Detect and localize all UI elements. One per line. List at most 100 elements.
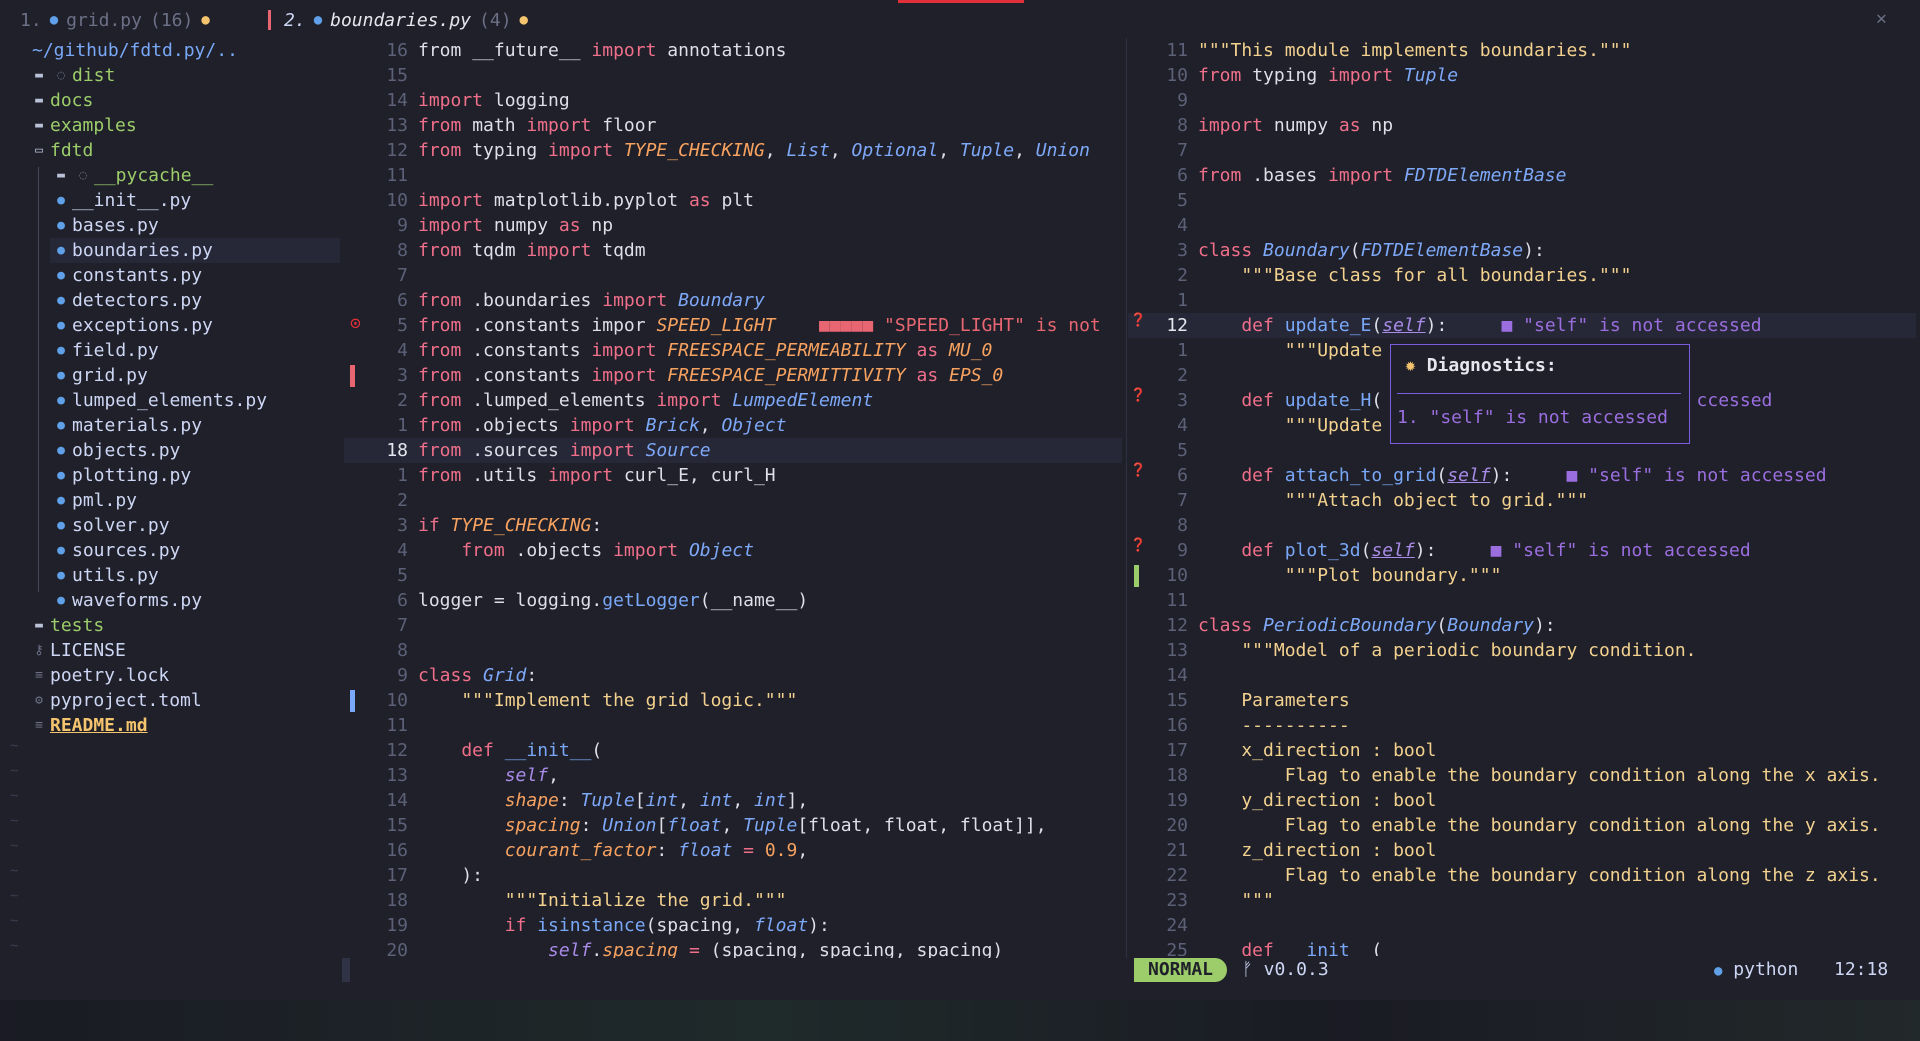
code-line[interactable]: import numpy as np [418,213,613,238]
code-line[interactable]: Flag to enable the boundary condition al… [1198,813,1881,838]
tab-grid-py[interactable]: 1. ● grid.py (16) ● [20,8,210,32]
code-line[interactable]: courant_factor: float = 0.9, [418,838,808,863]
explorer-root-path[interactable]: ~/github/fdtd.py/.. [32,38,238,63]
code-line[interactable]: class Grid: [418,663,537,688]
code-line[interactable]: Flag to enable the boundary condition al… [1198,863,1881,888]
code-line[interactable]: logger = logging.getLogger(__name__) [418,588,808,613]
code-line[interactable]: from tqdm import tqdm [418,238,646,263]
code-token: if [418,515,451,536]
code-line[interactable]: def __init__( [1198,938,1382,958]
code-line[interactable]: z_direction : bool [1198,838,1436,863]
explorer-item[interactable]: ▭ fdtd [28,138,93,163]
explorer-item[interactable]: ● lumped_elements.py [50,388,267,413]
explorer-item[interactable]: ● utils.py [50,563,159,588]
code-line[interactable]: self.spacing = (spacing, spacing, spacin… [418,938,1003,958]
explorer-item[interactable]: ● sources.py [50,538,180,563]
code-line[interactable]: from .utils import curl_E, curl_H [418,463,776,488]
mode-indicator: NORMAL [1134,958,1228,982]
explorer-item[interactable]: ▬ docs [28,88,93,113]
code-line[interactable]: """Plot boundary.""" [1198,563,1502,588]
code-line[interactable]: class PeriodicBoundary(Boundary): [1198,613,1556,638]
code-line[interactable]: """Attach object to grid.""" [1198,488,1588,513]
folder-open-icon: ▭ [35,143,43,158]
code-line[interactable]: from .lumped_elements import LumpedEleme… [418,388,873,413]
explorer-item[interactable]: ▬ ◌ dist [28,63,115,88]
explorer-item[interactable]: ● waveforms.py [50,588,202,613]
code-line[interactable]: x_direction : bool [1198,738,1436,763]
explorer-item[interactable]: ● __init__.py [50,188,191,213]
code-line[interactable]: """Model of a periodic boundary conditio… [1198,638,1696,663]
code-line[interactable]: self, [418,763,559,788]
code-line[interactable]: if TYPE_CHECKING: [418,513,602,538]
code-line[interactable]: from .sources import Source [418,438,711,463]
explorer-item[interactable]: ● boundaries.py [50,238,340,263]
editor-pane-boundaries[interactable]: 11 """This module implements boundaries."… [1128,38,1920,958]
split-divider[interactable] [1126,38,1127,958]
folder-icon: ▬ [35,618,43,633]
code-line[interactable]: """Initialize the grid.""" [418,888,787,913]
explorer-item[interactable]: ● exceptions.py [50,313,213,338]
code-line[interactable]: if isinstance(spacing, float): [418,913,830,938]
code-line[interactable]: from .constants impor SPEED_LIGHT ■■■■■ … [418,313,1101,338]
code-line[interactable]: y_direction : bool [1198,788,1436,813]
code-line[interactable]: def __init__( [418,738,602,763]
code-line[interactable]: spacing: Union[float, Tuple[float, float… [418,813,1047,838]
explorer-item[interactable]: ● materials.py [50,413,202,438]
explorer-item[interactable]: ● field.py [50,338,159,363]
explorer-item[interactable]: ● plotting.py [50,463,191,488]
line-number: 1 [1177,290,1188,311]
code-line[interactable]: Flag to enable the boundary condition al… [1198,763,1881,788]
explorer-item[interactable]: ● pml.py [50,488,137,513]
explorer-item[interactable]: ● constants.py [50,263,202,288]
code-line[interactable]: Parameters [1198,688,1350,713]
code-line[interactable]: """This module implements boundaries.""" [1198,38,1631,63]
code-line[interactable]: from typing import TYPE_CHECKING, List, … [418,138,1090,163]
explorer-item[interactable]: ▬ examples [28,113,137,138]
code-line[interactable]: from __future__ import annotations [418,38,786,63]
tab-number: 2. [284,9,306,31]
code-line[interactable]: """Base class for all boundaries.""" [1198,263,1631,288]
code-line[interactable]: """ [1198,888,1274,913]
code-line[interactable]: """Update [1198,413,1383,438]
code-line[interactable]: """Implement the grid logic.""" [418,688,797,713]
explorer-item[interactable]: ≡ README.md [28,713,147,738]
code-line[interactable]: from .objects import Brick, Object [418,413,787,438]
code-line[interactable]: from .constants import FREESPACE_PERMITT… [418,363,1003,388]
explorer-item[interactable]: ≡ poetry.lock [28,663,169,688]
code-token: SPEED_LIGHT [656,315,776,336]
explorer-item[interactable]: ● detectors.py [50,288,202,313]
close-icon[interactable]: ✕ [1876,8,1887,29]
code-line[interactable]: ---------- [1198,713,1349,738]
code-line[interactable]: def attach_to_grid(self): ■ "self" is no… [1198,463,1827,488]
scrollbar[interactable] [342,958,350,982]
code-token: Parameters [1198,690,1350,711]
code-line[interactable]: ): [418,863,483,888]
code-line[interactable]: import logging [418,88,570,113]
code-token: ■ "self" is not accessed [1566,465,1827,486]
explorer-item-label: fdtd [50,140,94,161]
explorer-item[interactable]: ⚙ pyproject.toml [28,688,202,713]
code-token: self [548,940,592,958]
code-line[interactable]: class Boundary(FDTDElementBase): [1198,238,1545,263]
code-line[interactable]: from .bases import FDTDElementBase [1198,163,1566,188]
code-line[interactable]: def plot_3d(self): ■ "self" is not acces… [1198,538,1750,563]
code-line[interactable]: from .constants import FREESPACE_PERMEAB… [418,338,992,363]
code-line[interactable]: from typing import Tuple [1198,63,1458,88]
explorer-item[interactable]: ● grid.py [50,363,148,388]
editor-pane-grid[interactable]: 16 from __future__ import annotations 15 14… [344,38,1126,958]
code-line[interactable]: def update_E(self): ■ "self" is not acce… [1198,313,1761,338]
code-line[interactable]: from math import floor [418,113,656,138]
code-line[interactable]: from .boundaries import Boundary [418,288,765,313]
explorer-item[interactable]: ▬ tests [28,613,104,638]
explorer-item[interactable]: ● objects.py [50,438,180,463]
explorer-item[interactable]: ⚷ LICENSE [28,638,126,663]
explorer-item[interactable]: ▬ ◌ __pycache__ [50,163,213,188]
explorer-item[interactable]: ● bases.py [50,213,159,238]
code-line[interactable]: from .objects import Object [418,538,754,563]
code-line[interactable]: import numpy as np [1198,113,1393,138]
code-line[interactable]: """Update [1198,338,1383,363]
code-line[interactable]: shape: Tuple[int, int, int], [418,788,809,813]
code-line[interactable]: import matplotlib.pyplot as plt [418,188,754,213]
explorer-item[interactable]: ● solver.py [50,513,169,538]
tab-boundaries-py[interactable]: 2. ● boundaries.py (4) ● [284,8,528,32]
